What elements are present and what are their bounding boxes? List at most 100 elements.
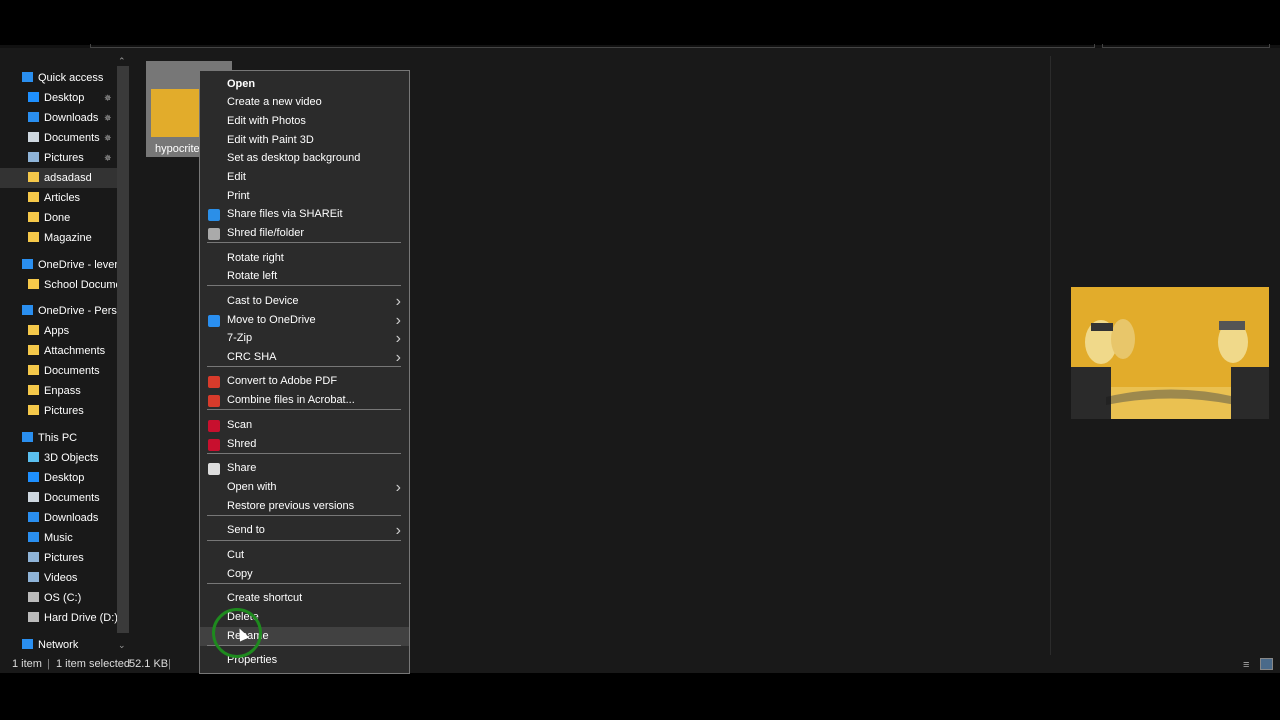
download-icon bbox=[28, 112, 39, 122]
sidebar-item-documents[interactable]: Documents bbox=[0, 488, 117, 508]
menu-item-label: Edit with Photos bbox=[227, 115, 306, 127]
sidebar-item-label: This PC bbox=[38, 432, 78, 444]
sidebar-item-adsadasd[interactable]: adsadasd bbox=[0, 168, 117, 188]
sidebar-item-network[interactable]: Network bbox=[0, 635, 117, 655]
sidebar-item-done[interactable]: Done bbox=[0, 208, 117, 228]
sidebar-item-articles[interactable]: Articles bbox=[0, 188, 117, 208]
folder-icon bbox=[28, 325, 39, 335]
sidebar-item-attachments[interactable]: Attachments bbox=[0, 341, 117, 361]
folder-icon bbox=[28, 212, 39, 222]
sidebar-item-hard-drive-d-[interactable]: Hard Drive (D:) bbox=[0, 608, 117, 628]
sidebar-item-enpass[interactable]: Enpass bbox=[0, 381, 117, 401]
sidebar-item-quick-access[interactable]: Quick access bbox=[0, 68, 117, 88]
menu-item-create-a-new-video[interactable]: Create a new video bbox=[200, 93, 409, 112]
menu-item-copy[interactable]: Copy bbox=[200, 565, 409, 584]
menu-item-convert-to-adobe-pdf[interactable]: Convert to Adobe PDF bbox=[200, 372, 409, 391]
folder-icon bbox=[28, 405, 39, 415]
menu-item-share[interactable]: Share bbox=[200, 459, 409, 478]
sidebar-item-desktop[interactable]: Desktop bbox=[0, 468, 117, 488]
pin-icon[interactable]: ✵ bbox=[104, 88, 112, 108]
sidebar-item-music[interactable]: Music bbox=[0, 528, 117, 548]
menu-item-shred[interactable]: Shred bbox=[200, 435, 409, 454]
menu-item-label: Cast to Device bbox=[227, 295, 299, 307]
file-name: hypocrite. bbox=[155, 143, 203, 155]
chevron-right-icon: › bbox=[395, 522, 401, 539]
pin-icon[interactable]: ✵ bbox=[104, 108, 112, 128]
menu-item-restore-previous-versions[interactable]: Restore previous versions bbox=[200, 497, 409, 516]
sidebar-item-label: Downloads bbox=[44, 112, 99, 124]
menu-separator bbox=[207, 453, 401, 454]
sidebar-item-apps[interactable]: Apps bbox=[0, 321, 117, 341]
details-view-button[interactable]: ≡ bbox=[1242, 658, 1255, 671]
menu-item-rotate-left[interactable]: Rotate left bbox=[200, 267, 409, 286]
sidebar-item-this-pc[interactable]: This PC bbox=[0, 428, 117, 448]
menu-item-edit-with-photos[interactable]: Edit with Photos bbox=[200, 112, 409, 131]
pin-icon[interactable]: ✵ bbox=[104, 148, 112, 168]
large-icons-view-button[interactable] bbox=[1260, 658, 1273, 670]
sidebar-item-onedrive-leverag[interactable]: OneDrive - leverag bbox=[0, 255, 117, 275]
menu-item-label: Create a new video bbox=[227, 96, 322, 108]
menu-item-label: Shred bbox=[227, 438, 257, 450]
menu-separator bbox=[207, 515, 401, 516]
sidebar-item-documents[interactable]: Documents ✵ bbox=[0, 128, 117, 148]
sidebar-item-magazine[interactable]: Magazine bbox=[0, 228, 117, 248]
menu-item-rotate-right[interactable]: Rotate right bbox=[200, 249, 409, 268]
folder-icon bbox=[28, 172, 39, 182]
shredder-icon bbox=[208, 228, 220, 240]
menu-item-label: Cut bbox=[227, 549, 245, 561]
folder-icon bbox=[28, 279, 39, 289]
pictures-icon bbox=[28, 152, 39, 162]
sidebar-item-documents[interactable]: Documents bbox=[0, 361, 117, 381]
menu-item-7-zip[interactable]: 7-Zip › bbox=[200, 329, 409, 348]
menu-item-label: Shred file/folder bbox=[227, 227, 305, 239]
menu-item-scan[interactable]: Scan bbox=[200, 416, 409, 435]
sidebar-item-3d-objects[interactable]: 3D Objects bbox=[0, 448, 117, 468]
scroll-up-icon[interactable]: ⌃ bbox=[118, 56, 126, 67]
preview-pane-divider[interactable] bbox=[1050, 56, 1051, 655]
sidebar-item-pictures[interactable]: Pictures bbox=[0, 548, 117, 568]
sidebar-item-pictures[interactable]: Pictures ✵ bbox=[0, 148, 117, 168]
status-divider: | bbox=[168, 658, 171, 670]
shareit-icon bbox=[208, 209, 220, 221]
menu-item-share-files-via-shareit[interactable]: Share files via SHAREit bbox=[200, 205, 409, 224]
menu-item-combine-files-in-acrobat[interactable]: Combine files in Acrobat... bbox=[200, 391, 409, 410]
scroll-down-icon[interactable]: ⌄ bbox=[118, 640, 126, 651]
sidebar-item-school-documer[interactable]: School Documer bbox=[0, 275, 117, 295]
menu-item-cut[interactable]: Cut bbox=[200, 546, 409, 565]
menu-item-print[interactable]: Print bbox=[200, 187, 409, 206]
onedrive-icon bbox=[22, 305, 33, 315]
menu-item-open[interactable]: Open bbox=[200, 75, 409, 94]
sidebar-item-downloads[interactable]: Downloads bbox=[0, 508, 117, 528]
sidebar-item-pictures[interactable]: Pictures bbox=[0, 401, 117, 421]
menu-item-cast-to-device[interactable]: Cast to Device › bbox=[200, 292, 409, 311]
menu-item-create-shortcut[interactable]: Create shortcut bbox=[200, 589, 409, 608]
sidebar-item-downloads[interactable]: Downloads ✵ bbox=[0, 108, 117, 128]
menu-item-crc-sha[interactable]: CRC SHA › bbox=[200, 348, 409, 367]
pin-icon[interactable]: ✵ bbox=[104, 128, 112, 148]
sidebar-scrollbar[interactable] bbox=[117, 66, 129, 633]
menu-item-label: Edit with Paint 3D bbox=[227, 134, 314, 146]
folder-icon bbox=[28, 385, 39, 395]
menu-item-edit[interactable]: Edit bbox=[200, 168, 409, 187]
chevron-right-icon: › bbox=[395, 312, 401, 329]
sidebar-item-label: Quick access bbox=[38, 72, 104, 84]
sidebar-item-label: OS (C:) bbox=[44, 592, 82, 604]
menu-item-send-to[interactable]: Send to › bbox=[200, 521, 409, 540]
menu-item-label: Share files via SHAREit bbox=[227, 208, 343, 220]
menu-item-edit-with-paint-3d[interactable]: Edit with Paint 3D bbox=[200, 131, 409, 150]
sidebar-item-videos[interactable]: Videos bbox=[0, 568, 117, 588]
menu-separator bbox=[207, 540, 401, 541]
sidebar-item-label: OneDrive - leverag bbox=[38, 259, 117, 271]
menu-item-shred-file-folder[interactable]: Shred file/folder bbox=[200, 224, 409, 243]
menu-item-label: Copy bbox=[227, 568, 253, 580]
sidebar-item-label: Enpass bbox=[44, 385, 81, 397]
sidebar-item-desktop[interactable]: Desktop ✵ bbox=[0, 88, 117, 108]
menu-item-open-with[interactable]: Open with › bbox=[200, 478, 409, 497]
sidebar-item-label: School Documer bbox=[44, 279, 117, 291]
menu-item-label: Send to bbox=[227, 524, 265, 536]
sidebar-item-onedrive-person[interactable]: OneDrive - Person bbox=[0, 301, 117, 321]
selection-info: 1 item selected bbox=[56, 658, 130, 670]
menu-item-move-to-onedrive[interactable]: Move to OneDrive › bbox=[200, 311, 409, 330]
sidebar-item-os-c-[interactable]: OS (C:) bbox=[0, 588, 117, 608]
menu-item-set-as-desktop-background[interactable]: Set as desktop background bbox=[200, 149, 409, 168]
